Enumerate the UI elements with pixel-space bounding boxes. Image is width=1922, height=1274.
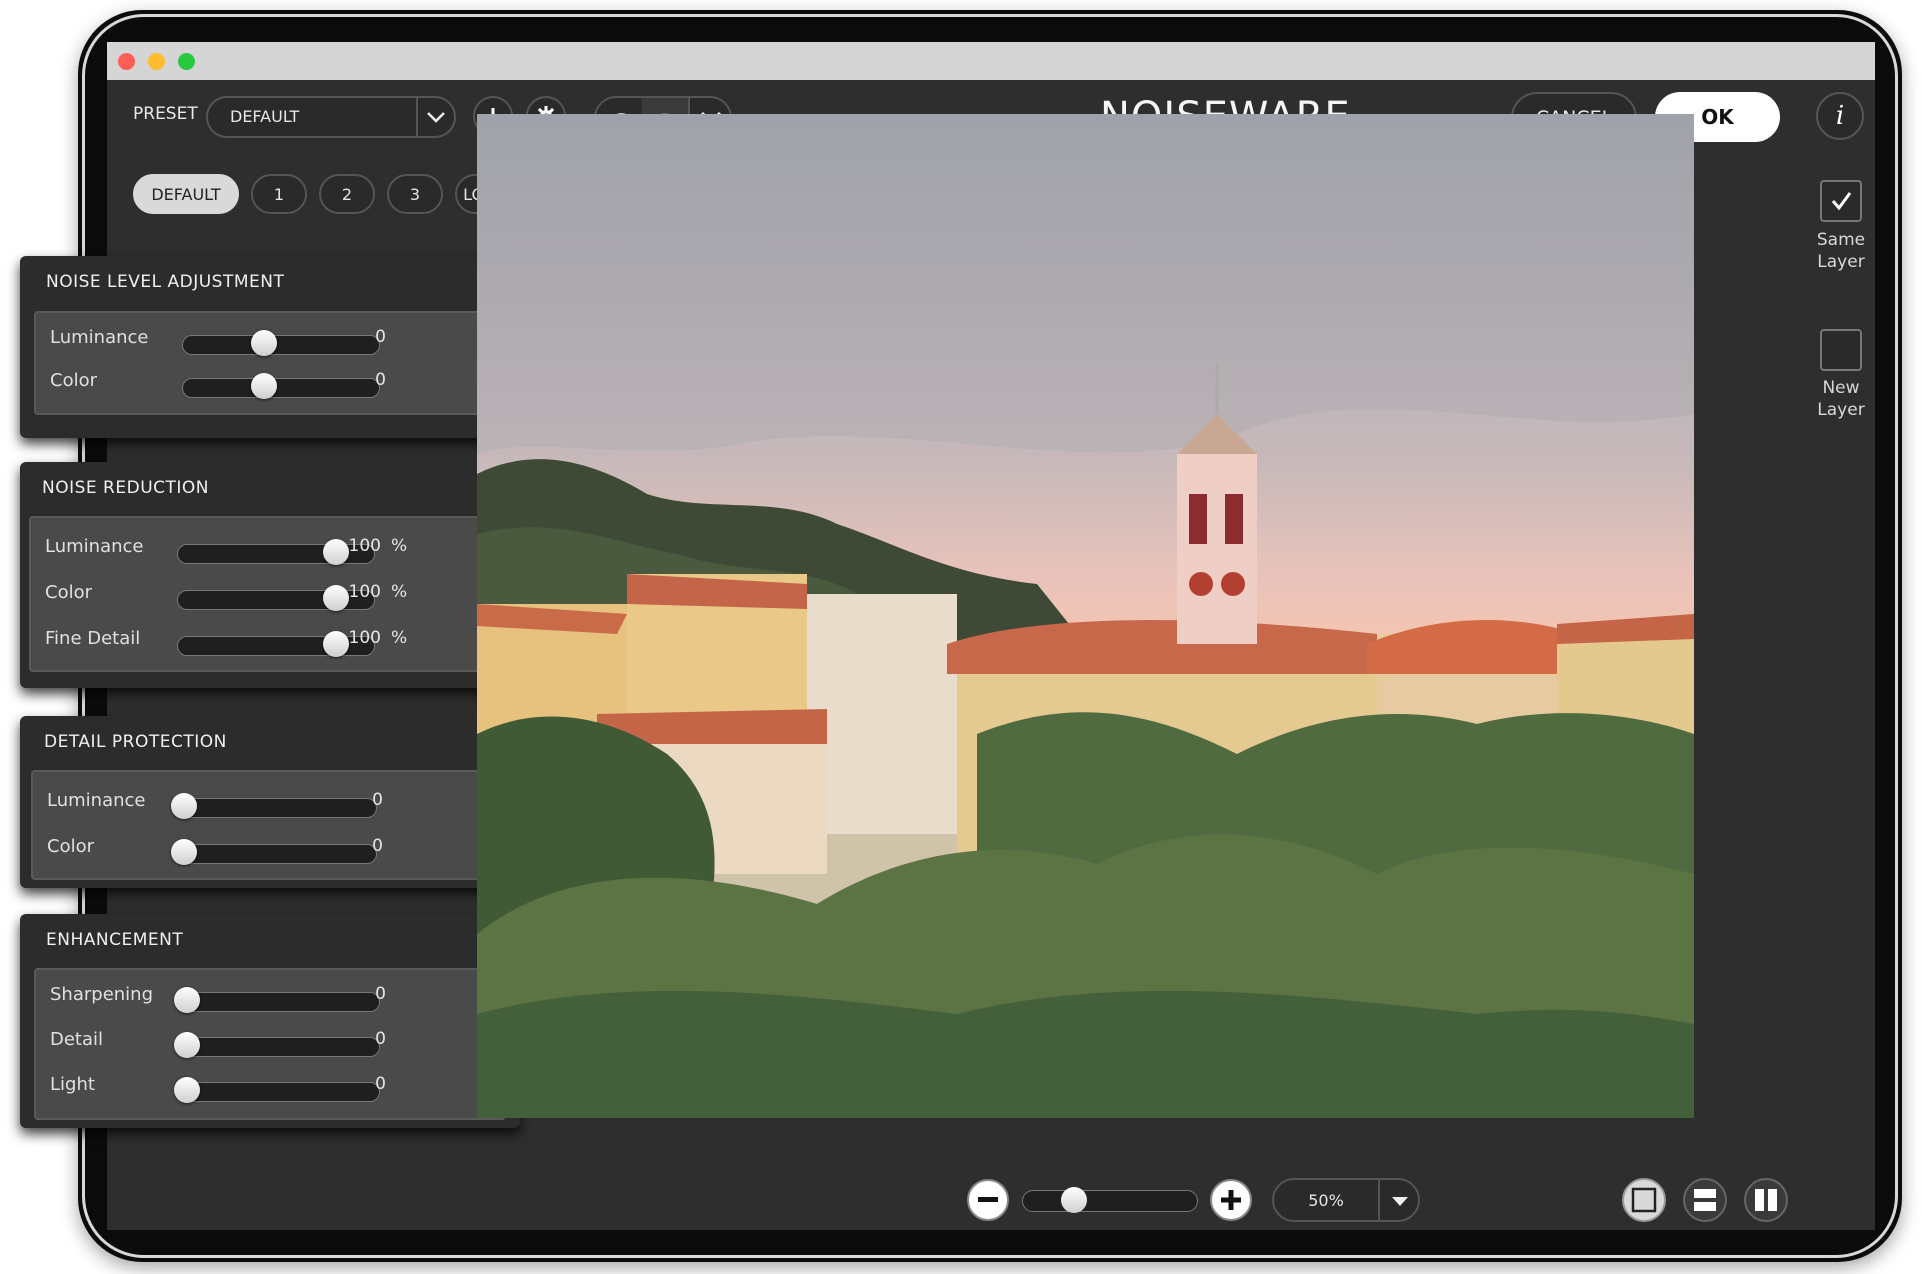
noise-reduction-controls: Luminance 100% Color 100% Fine Detail 100%: [29, 516, 506, 672]
slider-knob[interactable]: [174, 987, 200, 1013]
caret-down-icon: [1392, 1197, 1408, 1206]
slider-knob[interactable]: [251, 373, 277, 399]
slider-value: 0: [375, 1074, 386, 1094]
slider-label: Detail: [50, 1029, 104, 1050]
view-split-horizontal-button[interactable]: [1683, 1178, 1727, 1222]
slider-row: Detail 0: [36, 1019, 504, 1059]
new-layer-label-line1: New: [1822, 378, 1860, 398]
preset-tab-3[interactable]: 3: [387, 174, 443, 214]
slider-label: Fine Detail: [45, 628, 141, 649]
preset-tab-2[interactable]: 2: [319, 174, 375, 214]
enhancement-panel: ENHANCEMENT Sharpening 0 Detail 0 Light 0: [20, 914, 520, 1128]
slider-label: Light: [50, 1074, 95, 1095]
detail-protection-panel: DETAIL PROTECTION Luminance 0 Color 0: [20, 716, 520, 888]
preset-select-divider: [416, 98, 418, 136]
slider-value: 100: [348, 536, 381, 556]
detail-protection-controls: Luminance 0 Color 0: [31, 770, 506, 880]
zoom-out-button[interactable]: [967, 1179, 1009, 1221]
zoom-value: 50%: [1308, 1191, 1344, 1210]
split-horizontal-icon: [1694, 1189, 1716, 1211]
slider-label: Luminance: [45, 536, 144, 557]
preset-tab-1[interactable]: 1: [251, 174, 307, 214]
new-layer-checkbox[interactable]: [1820, 329, 1862, 371]
single-view-icon: [1631, 1187, 1657, 1213]
preset-tab-default[interactable]: DEFAULT: [133, 174, 239, 214]
slider-row: Fine Detail 100%: [31, 618, 504, 658]
preset-select-value: DEFAULT: [230, 107, 300, 126]
minimize-window-button[interactable]: [148, 53, 165, 70]
panel-title: NOISE LEVEL ADJUSTMENT: [46, 272, 285, 292]
noise-level-controls: Luminance 0 Color 0: [34, 311, 506, 415]
slider-row: Luminance 0: [33, 780, 504, 820]
photo-scene: [477, 114, 1694, 1118]
panel-title: NOISE REDUCTION: [42, 478, 209, 498]
info-icon: i: [1835, 101, 1845, 131]
preset-select[interactable]: DEFAULT: [206, 96, 456, 138]
slider-row: Light 0: [36, 1064, 504, 1104]
slider-label: Color: [45, 582, 92, 603]
same-layer-label-line2: Layer: [1817, 252, 1865, 272]
same-layer-label-line1: Same: [1816, 230, 1866, 250]
preset-label: PRESET: [133, 104, 198, 124]
photo-preview[interactable]: [477, 114, 1694, 1118]
slider-knob[interactable]: [251, 330, 277, 356]
slider-label: Sharpening: [50, 984, 154, 1005]
noise-level-panel: NOISE LEVEL ADJUSTMENT Luminance 0 Color 0: [20, 256, 520, 438]
enhancement-controls: Sharpening 0 Detail 0 Light 0: [34, 968, 506, 1120]
slider-knob[interactable]: [174, 1077, 200, 1103]
slider-label: Color: [50, 370, 97, 391]
zoom-select-divider: [1378, 1180, 1380, 1220]
slider-value: 0: [372, 790, 383, 810]
slider-label: Luminance: [50, 327, 149, 348]
slider-row: Sharpening 0: [36, 974, 504, 1014]
zoom-slider[interactable]: [1022, 1187, 1198, 1213]
slider-knob[interactable]: [171, 839, 197, 865]
split-vertical-icon: [1755, 1189, 1777, 1211]
slider-unit: %: [391, 628, 408, 648]
slider-label: Luminance: [47, 790, 146, 811]
slider-value: 0: [375, 370, 386, 390]
slider-value: 0: [375, 327, 386, 347]
plus-icon: [1221, 1190, 1241, 1210]
info-button[interactable]: i: [1816, 92, 1864, 140]
minus-icon: [978, 1197, 998, 1202]
slider-row: Color 0: [33, 826, 504, 866]
chevron-down-icon: [427, 112, 445, 123]
slider-value: 0: [375, 984, 386, 1004]
same-layer-checkbox[interactable]: [1820, 180, 1862, 222]
title-bar: [107, 42, 1875, 80]
panel-title: ENHANCEMENT: [46, 930, 184, 950]
close-window-button[interactable]: [118, 53, 135, 70]
slider-value: 100: [348, 582, 381, 602]
zoom-in-button[interactable]: [1210, 1179, 1252, 1221]
panel-title: DETAIL PROTECTION: [44, 732, 227, 752]
same-layer-label: Same Layer: [1801, 229, 1881, 273]
noise-reduction-panel: NOISE REDUCTION Luminance 100% Color 100% Fi…: [20, 462, 520, 688]
new-layer-label: New Layer: [1801, 377, 1881, 421]
zoom-select[interactable]: 50%: [1272, 1178, 1420, 1222]
slider-row: Luminance 0: [36, 317, 504, 357]
slider-row: Luminance 100%: [31, 526, 504, 566]
slider-unit: %: [391, 582, 408, 602]
slider-row: Color 0: [36, 360, 504, 400]
check-icon: [1831, 192, 1852, 211]
slider-row: Color 100%: [31, 572, 504, 612]
view-single-button[interactable]: [1622, 1178, 1666, 1222]
view-split-vertical-button[interactable]: [1744, 1178, 1788, 1222]
slider-unit: %: [391, 536, 408, 556]
zoom-window-button[interactable]: [178, 53, 195, 70]
slider-knob[interactable]: [174, 1032, 200, 1058]
slider-label: Color: [47, 836, 94, 857]
slider-value: 100: [348, 628, 381, 648]
zoom-slider-knob[interactable]: [1060, 1187, 1087, 1213]
new-layer-label-line2: Layer: [1817, 400, 1865, 420]
slider-value: 0: [372, 836, 383, 856]
slider-value: 0: [375, 1029, 386, 1049]
slider-knob[interactable]: [171, 793, 197, 819]
